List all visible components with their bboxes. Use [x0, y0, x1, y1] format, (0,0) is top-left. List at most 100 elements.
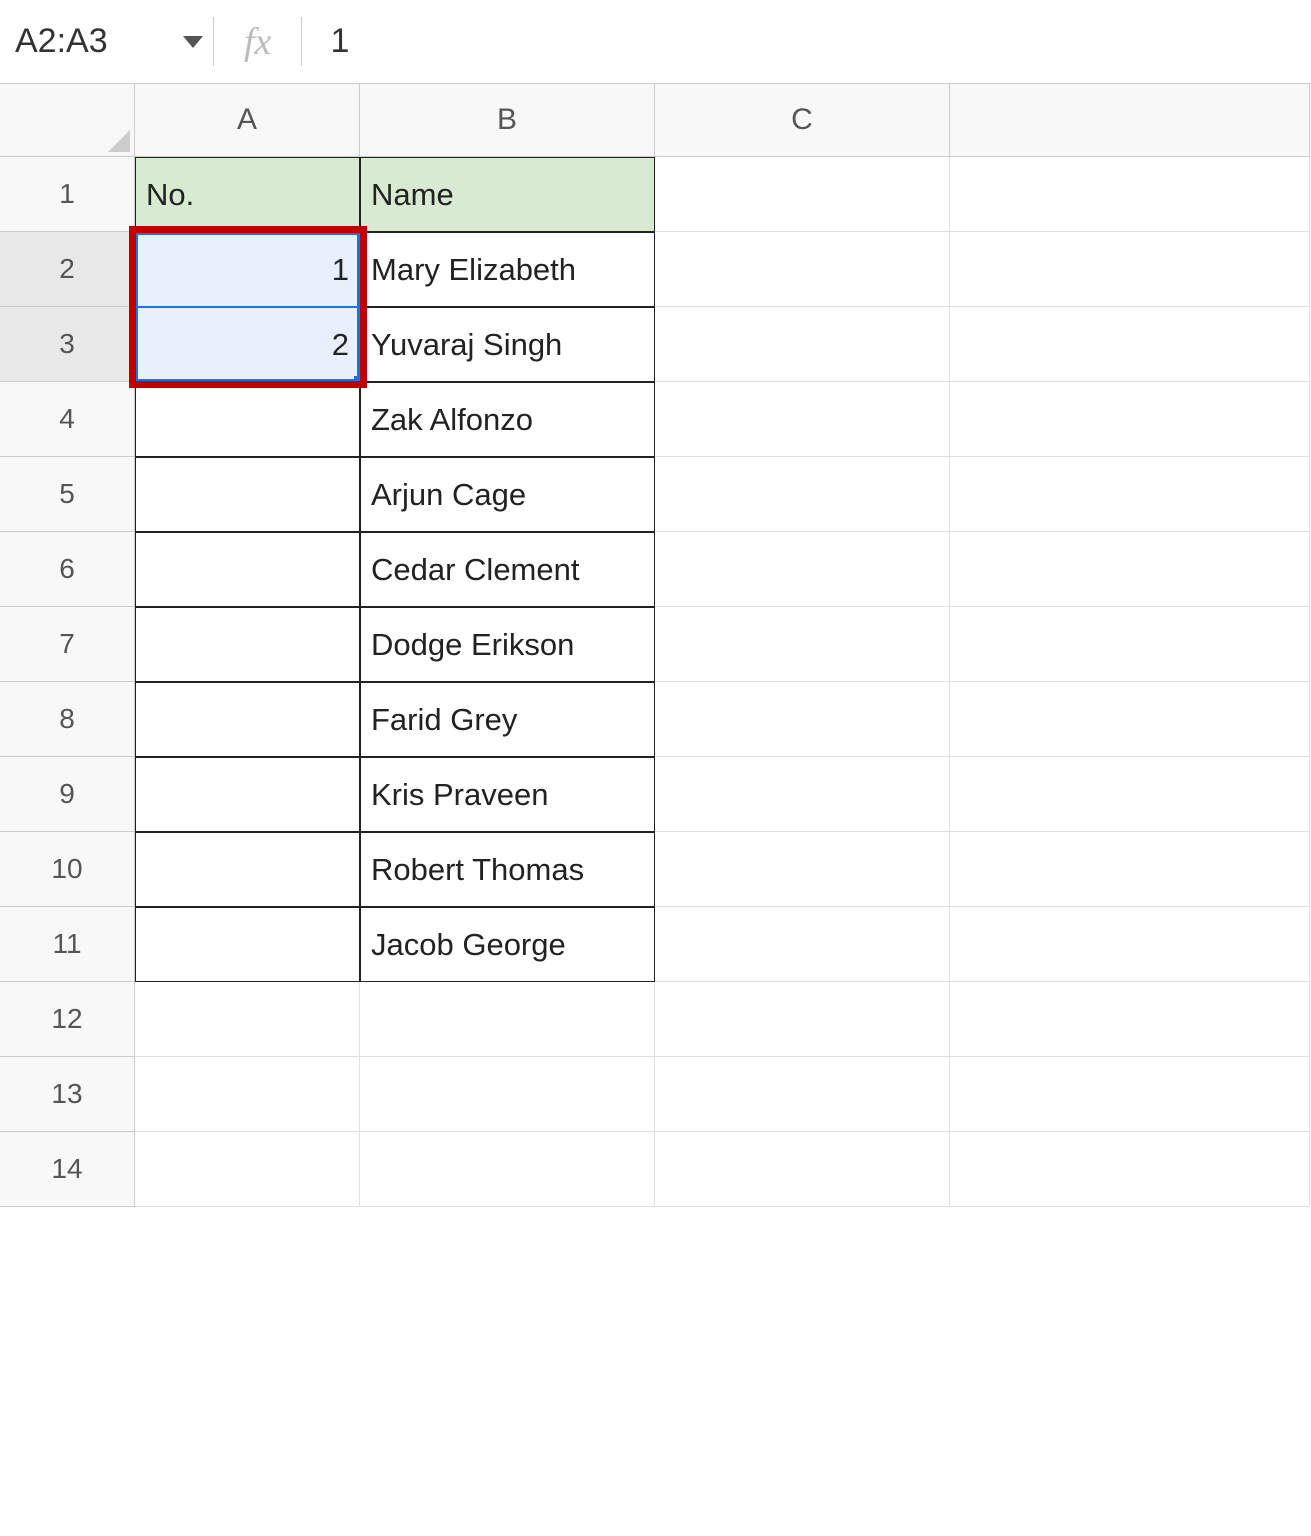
table-row: Jacob George — [135, 907, 1310, 982]
cell-b10[interactable]: Robert Thomas — [360, 832, 655, 907]
column-headers: A B C — [135, 84, 1310, 157]
cell-d10[interactable] — [950, 832, 1310, 907]
row-header-2[interactable]: 2 — [0, 232, 135, 307]
cell-b13[interactable] — [360, 1057, 655, 1132]
cell-d13[interactable] — [950, 1057, 1310, 1132]
column-header-a[interactable]: A — [135, 84, 360, 157]
cell-c3[interactable] — [655, 307, 950, 382]
table-row — [135, 1057, 1310, 1132]
cell-b1[interactable]: Name — [360, 157, 655, 232]
cell-d5[interactable] — [950, 457, 1310, 532]
table-row: Farid Grey — [135, 682, 1310, 757]
corner-triangle-icon — [108, 130, 130, 152]
fx-icon[interactable]: fx — [214, 20, 301, 64]
cell-b11[interactable]: Jacob George — [360, 907, 655, 982]
row-headers: 1 2 3 4 5 6 7 8 9 10 11 12 13 14 — [0, 157, 135, 1207]
table-row: Robert Thomas — [135, 832, 1310, 907]
formula-input[interactable] — [302, 0, 1311, 83]
cell-c5[interactable] — [655, 457, 950, 532]
cell-b2[interactable]: Mary Elizabeth — [360, 232, 655, 307]
row-header-9[interactable]: 9 — [0, 757, 135, 832]
cell-a7[interactable] — [135, 607, 360, 682]
table-row: Dodge Erikson — [135, 607, 1310, 682]
row-header-8[interactable]: 8 — [0, 682, 135, 757]
name-box-value: A2:A3 — [15, 22, 108, 61]
cell-d7[interactable] — [950, 607, 1310, 682]
cell-d3[interactable] — [950, 307, 1310, 382]
cell-a14[interactable] — [135, 1132, 360, 1207]
cell-b14[interactable] — [360, 1132, 655, 1207]
row-header-13[interactable]: 13 — [0, 1057, 135, 1132]
column-header-d[interactable] — [950, 84, 1310, 157]
name-box[interactable]: A2:A3 — [0, 0, 213, 83]
cell-a3[interactable]: 2 — [135, 307, 360, 382]
fill-handle[interactable] — [354, 376, 366, 388]
cell-a2[interactable]: 1 — [135, 232, 360, 307]
cell-c6[interactable] — [655, 532, 950, 607]
row-header-6[interactable]: 6 — [0, 532, 135, 607]
table-row: Arjun Cage — [135, 457, 1310, 532]
cell-c4[interactable] — [655, 382, 950, 457]
table-row: Kris Praveen — [135, 757, 1310, 832]
cell-b3[interactable]: Yuvaraj Singh — [360, 307, 655, 382]
row-header-14[interactable]: 14 — [0, 1132, 135, 1207]
row-header-11[interactable]: 11 — [0, 907, 135, 982]
cell-b4[interactable]: Zak Alfonzo — [360, 382, 655, 457]
column-header-b[interactable]: B — [360, 84, 655, 157]
select-all-corner[interactable] — [0, 84, 135, 157]
cell-c11[interactable] — [655, 907, 950, 982]
cell-b5[interactable]: Arjun Cage — [360, 457, 655, 532]
cell-b7[interactable]: Dodge Erikson — [360, 607, 655, 682]
cell-c14[interactable] — [655, 1132, 950, 1207]
table-row: 1 Mary Elizabeth — [135, 232, 1310, 307]
cell-a12[interactable] — [135, 982, 360, 1057]
dropdown-icon[interactable] — [183, 36, 203, 48]
cell-d8[interactable] — [950, 682, 1310, 757]
cell-c10[interactable] — [655, 832, 950, 907]
cell-a11[interactable] — [135, 907, 360, 982]
cell-d12[interactable] — [950, 982, 1310, 1057]
cell-c13[interactable] — [655, 1057, 950, 1132]
cell-a6[interactable] — [135, 532, 360, 607]
cells-area: No. Name 1 Mary Elizabeth 2 Yuvaraj Sing… — [135, 157, 1310, 1207]
table-row: No. Name — [135, 157, 1310, 232]
row-header-10[interactable]: 10 — [0, 832, 135, 907]
cell-a8[interactable] — [135, 682, 360, 757]
cell-a1[interactable]: No. — [135, 157, 360, 232]
formula-bar: A2:A3 fx — [0, 0, 1311, 84]
cell-b12[interactable] — [360, 982, 655, 1057]
row-header-12[interactable]: 12 — [0, 982, 135, 1057]
row-header-7[interactable]: 7 — [0, 607, 135, 682]
table-row — [135, 982, 1310, 1057]
cell-a5[interactable] — [135, 457, 360, 532]
cell-c7[interactable] — [655, 607, 950, 682]
cell-b6[interactable]: Cedar Clement — [360, 532, 655, 607]
cell-b9[interactable]: Kris Praveen — [360, 757, 655, 832]
cell-a13[interactable] — [135, 1057, 360, 1132]
cell-c2[interactable] — [655, 232, 950, 307]
row-header-1[interactable]: 1 — [0, 157, 135, 232]
row-header-3[interactable]: 3 — [0, 307, 135, 382]
cell-d9[interactable] — [950, 757, 1310, 832]
cell-d11[interactable] — [950, 907, 1310, 982]
cell-a4[interactable] — [135, 382, 360, 457]
row-header-4[interactable]: 4 — [0, 382, 135, 457]
cell-d14[interactable] — [950, 1132, 1310, 1207]
table-row — [135, 1132, 1310, 1207]
table-row: 2 Yuvaraj Singh — [135, 307, 1310, 382]
cell-c1[interactable] — [655, 157, 950, 232]
table-row: Cedar Clement — [135, 532, 1310, 607]
cell-d6[interactable] — [950, 532, 1310, 607]
cell-b8[interactable]: Farid Grey — [360, 682, 655, 757]
table-row: Zak Alfonzo — [135, 382, 1310, 457]
cell-c12[interactable] — [655, 982, 950, 1057]
cell-a9[interactable] — [135, 757, 360, 832]
cell-a10[interactable] — [135, 832, 360, 907]
cell-c9[interactable] — [655, 757, 950, 832]
cell-d1[interactable] — [950, 157, 1310, 232]
cell-d4[interactable] — [950, 382, 1310, 457]
cell-d2[interactable] — [950, 232, 1310, 307]
row-header-5[interactable]: 5 — [0, 457, 135, 532]
cell-c8[interactable] — [655, 682, 950, 757]
column-header-c[interactable]: C — [655, 84, 950, 157]
